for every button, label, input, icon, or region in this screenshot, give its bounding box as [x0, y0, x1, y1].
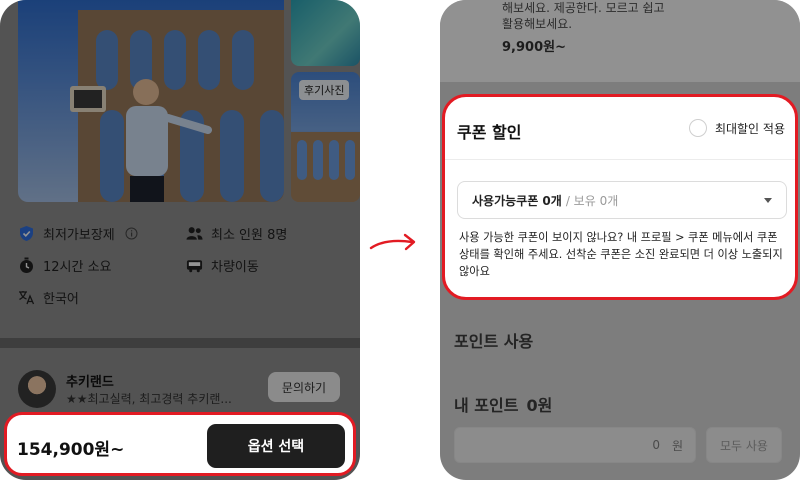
shield-check-icon [18, 225, 35, 242]
select-option-button[interactable]: 옵션 선택 [207, 424, 345, 468]
option-description-line: 활용해보세요. [502, 17, 573, 31]
avatar [18, 370, 56, 408]
my-points-value: 0원 [526, 396, 553, 415]
car-icon [186, 257, 203, 274]
main-tour-photo[interactable] [18, 0, 284, 202]
people-icon [186, 225, 203, 242]
max-discount-label: 최대할인 적용 [714, 121, 785, 136]
info-label: 12시간 소요 [43, 260, 112, 275]
points-input-unit: 원 [671, 438, 683, 453]
divider [445, 159, 795, 160]
purchase-bar: 154,900원~ 옵션 선택 [4, 412, 356, 476]
use-all-points-button[interactable]: 모두 사용 [706, 427, 782, 463]
stopwatch-icon [18, 257, 35, 274]
review-photo-thumb[interactable] [291, 0, 360, 66]
info-label: 최소 인원 8명 [211, 228, 288, 243]
info-label: 한국어 [43, 292, 79, 307]
review-photo-tag: 후기사진 [299, 80, 350, 100]
option-price: 9,900원~ [502, 40, 566, 55]
guide-name: 추키랜드 [66, 375, 114, 390]
max-discount-toggle[interactable]: 최대할인 적용 [688, 119, 785, 137]
guide-description: ★★최고실력, 최고경력 추키랜... [66, 392, 232, 406]
arrow-right-icon [369, 233, 416, 251]
selected-option-card: 해보세요. 제공한다. 모르고 쉽고 활용해보세요. 9,900원~ [440, 0, 800, 82]
coupon-discount-card: 쿠폰 할인 최대할인 적용 사용가능쿠폰 0개 / 보유 0개 사용 가능한 쿠… [442, 94, 798, 300]
points-input-value: 0 [652, 438, 660, 452]
info-transport: 차량이동 [186, 256, 259, 275]
product-detail-screen: 후기사진 최저가보장제 최소 인원 8명 12시간 소요 차량이동 한국어 추키… [0, 0, 360, 480]
guide-profile[interactable]: 추키랜드 ★★최고실력, 최고경력 추키랜... 문의하기 [18, 366, 342, 410]
info-min-people: 최소 인원 8명 [186, 224, 287, 243]
price-label: 154,900원~ [17, 440, 125, 460]
aqueduct-photo [70, 10, 284, 202]
section-divider [0, 338, 360, 348]
coupon-select-value: 사용가능쿠폰 0개 [472, 193, 562, 208]
translate-icon [18, 289, 35, 306]
coupon-title: 쿠폰 할인 [457, 123, 522, 142]
inquiry-button[interactable]: 문의하기 [268, 372, 340, 402]
option-description: 해보세요. 제공한다. 모르고 쉽고 활용해보세요. [502, 0, 665, 32]
coupon-owned-count: / 보유 0개 [565, 193, 619, 208]
info-duration: 12시간 소요 [18, 256, 112, 275]
info-lowest-price: 최저가보장제 [18, 224, 140, 243]
review-photo-thumb[interactable]: 후기사진 [291, 72, 360, 202]
points-input[interactable]: 0 원 [454, 427, 696, 463]
coupon-select[interactable]: 사용가능쿠폰 0개 / 보유 0개 [457, 181, 787, 219]
option-description-line: 해보세요. 제공한다. 모르고 쉽고 [502, 1, 665, 15]
chevron-down-icon [764, 198, 772, 203]
info-language: 한국어 [18, 288, 79, 307]
coupon-help-text: 사용 가능한 쿠폰이 보이지 않나요? 내 프로필 > 쿠폰 메뉴에서 쿠폰 상… [459, 231, 783, 278]
info-circle-icon[interactable] [123, 225, 140, 242]
points-section-title: 포인트 사용 [454, 332, 534, 351]
info-label: 차량이동 [211, 260, 259, 275]
info-label: 최저가보장제 [43, 228, 115, 243]
my-points-label: 내 포인트 [454, 396, 519, 415]
checkbox[interactable] [688, 119, 707, 137]
my-points: 내 포인트 0원 [454, 392, 552, 416]
